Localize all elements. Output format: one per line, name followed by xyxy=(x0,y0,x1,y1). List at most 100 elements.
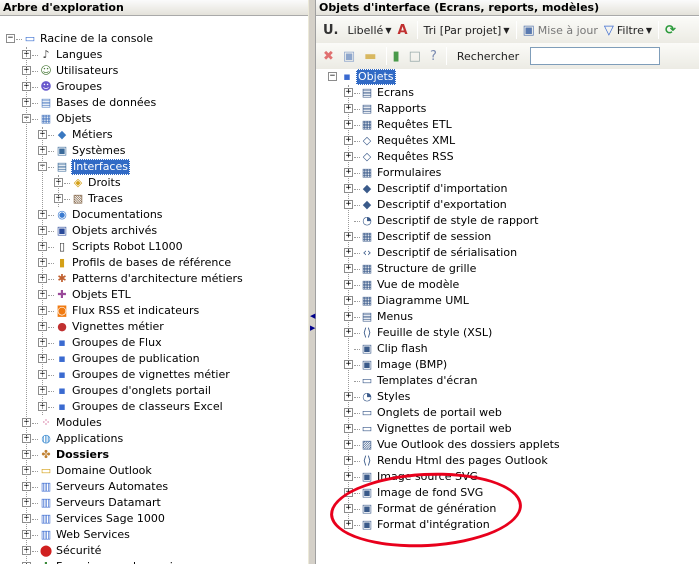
tree-item[interactable]: + ▮ Profils de bases de référence xyxy=(0,255,308,271)
tree-connector xyxy=(32,535,38,536)
uml-icon: ▦ xyxy=(361,294,373,307)
tree-item[interactable]: + ◉ Documentations xyxy=(0,207,308,223)
tree-item[interactable]: + ▥ Web Services xyxy=(0,527,308,543)
expand-icon[interactable]: + xyxy=(344,408,353,417)
collapse-left-icon[interactable]: ◀ xyxy=(310,312,315,320)
service-providers-icon: ✚ xyxy=(39,560,53,564)
expand-icon[interactable]: + xyxy=(344,264,353,273)
tree-item[interactable]: + ✤ Dossiers xyxy=(0,447,308,463)
expand-icon[interactable]: + xyxy=(344,136,353,145)
database-icon: ▤ xyxy=(40,96,52,109)
tree-item[interactable]: + ✱ Patterns d'architecture métiers xyxy=(0,271,308,287)
tree-item[interactable]: + ▪ Groupes d'onglets portail xyxy=(0,383,308,399)
expand-icon[interactable]: + xyxy=(344,232,353,241)
svg-source-icon: ▣ xyxy=(361,470,373,483)
tree-item-label: Traces xyxy=(88,192,123,205)
tree-item[interactable]: + ▧ Traces xyxy=(0,191,308,207)
tree-item[interactable]: + ▪ Groupes de Flux xyxy=(0,335,308,351)
tree-item[interactable]: + ◙ Flux RSS et indicateurs xyxy=(0,303,308,319)
tree-item[interactable]: + ⁘ Modules xyxy=(0,415,308,431)
tree-item[interactable]: + ⬤ Sécurité xyxy=(0,543,308,559)
tree-item[interactable]: + ▣ Systèmes xyxy=(0,143,308,159)
expand-icon[interactable]: + xyxy=(344,520,353,529)
tree-connector xyxy=(32,471,38,472)
object-tree-item-label: Image (BMP) xyxy=(377,358,448,371)
expand-icon[interactable]: + xyxy=(344,152,353,161)
generation-format-icon: ▣ xyxy=(361,502,373,515)
tree-item[interactable]: + ▥ Serveurs Datamart xyxy=(0,495,308,511)
flash-icon: ▣ xyxy=(361,342,373,355)
tree-item[interactable]: + ☺ Utilisateurs xyxy=(0,63,308,79)
tree-item[interactable]: + ▥ Serveurs Automates xyxy=(0,479,308,495)
tree-item[interactable]: − ▤ Interfaces xyxy=(0,159,308,175)
tree-root-label: Objets xyxy=(356,69,396,85)
expand-icon[interactable]: + xyxy=(344,200,353,209)
interface-objects-tree: − ▪ Objets + ▤ Ecrans + ▤ Rapports + ▦ Requêtes ETL… xyxy=(316,0,699,564)
expand-icon[interactable]: + xyxy=(344,440,353,449)
tree-item[interactable]: + ☻ Groupes xyxy=(0,79,308,95)
expand-icon[interactable]: + xyxy=(344,392,353,401)
tree-item-label: Groupes d'onglets portail xyxy=(72,384,211,397)
tree-item[interactable]: + ● Vignettes métier xyxy=(0,319,308,335)
tree-item[interactable]: + ▯ Scripts Robot L1000 xyxy=(0,239,308,255)
object-tree-item-label: Onglets de portail web xyxy=(377,406,502,419)
tree-item-label: Patterns d'architecture métiers xyxy=(72,272,243,285)
tree-item[interactable]: + ▤ Bases de données xyxy=(0,95,308,111)
object-tree-item-label: Descriptif de style de rapport xyxy=(377,214,539,227)
expand-icon[interactable]: + xyxy=(344,248,353,257)
expand-icon[interactable]: + xyxy=(344,504,353,513)
tree-item[interactable]: + ▭ Domaine Outlook xyxy=(0,463,308,479)
tree-connector xyxy=(32,55,38,56)
expand-icon[interactable]: + xyxy=(344,312,353,321)
expand-icon[interactable]: + xyxy=(344,104,353,113)
expand-icon[interactable]: + xyxy=(344,360,353,369)
tree-item-label: Droits xyxy=(88,176,121,189)
template-icon: ▭ xyxy=(361,374,373,387)
tree-connector xyxy=(64,183,70,184)
tree-item-label: Groupes de vignettes métier xyxy=(72,368,230,381)
portal-vignette-icon: ▭ xyxy=(361,422,373,435)
tree-item[interactable]: +✚Fournisseurs de services xyxy=(0,559,308,564)
expand-icon[interactable]: + xyxy=(344,424,353,433)
expand-icon[interactable]: + xyxy=(344,184,353,193)
panel-splitter[interactable]: ◀ ▶ xyxy=(308,0,316,564)
expand-icon[interactable]: + xyxy=(344,280,353,289)
users-icon: ☺ xyxy=(40,64,52,77)
tree-item[interactable]: − ▭ Racine de la console xyxy=(0,31,308,47)
tree-item[interactable]: + ◍ Applications xyxy=(0,431,308,447)
collapse-icon[interactable]: − xyxy=(328,72,337,81)
tree-item-label: Profils de bases de référence xyxy=(72,256,232,269)
expand-icon[interactable]: + xyxy=(344,120,353,129)
expand-icon[interactable]: + xyxy=(344,168,353,177)
collapse-right-icon[interactable]: ▶ xyxy=(310,324,315,332)
object-tree-item-label: Descriptif d'importation xyxy=(377,182,508,195)
expand-icon[interactable]: + xyxy=(344,328,353,337)
tree-item[interactable]: + ✚ Objets ETL xyxy=(0,287,308,303)
expand-icon[interactable]: + xyxy=(344,88,353,97)
tree-connector xyxy=(32,487,38,488)
tree-item[interactable]: + ▪ Groupes de publication xyxy=(0,351,308,367)
tree-item[interactable]: − ▦ Objets xyxy=(0,111,308,127)
form-icon: ▦ xyxy=(361,166,373,179)
tree-item-label: Services Sage 1000 xyxy=(56,512,165,525)
expand-icon[interactable]: + xyxy=(344,488,353,497)
tree-item[interactable]: + ◆ Métiers xyxy=(0,127,308,143)
tree-item-label: Objets xyxy=(56,112,92,125)
tree-connector xyxy=(48,231,54,232)
groups-icon: ☻ xyxy=(40,80,52,93)
tree-connector xyxy=(48,215,54,216)
expand-icon[interactable]: + xyxy=(344,472,353,481)
tree-item[interactable]: + ▣ Objets archivés xyxy=(0,223,308,239)
tree-item[interactable]: + ♪ Langues xyxy=(0,47,308,63)
expand-icon[interactable]: + xyxy=(344,296,353,305)
expand-icon[interactable]: + xyxy=(344,456,353,465)
object-tree-item-label: Descriptif de sérialisation xyxy=(377,246,518,259)
report-icon: ▤ xyxy=(361,102,373,115)
tree-item[interactable]: + ◈ Droits xyxy=(0,175,308,191)
tree-item[interactable]: + ▪ Groupes de classeurs Excel xyxy=(0,399,308,415)
tree-item-label: Fournisseurs de services xyxy=(55,559,192,564)
tree-item[interactable]: + ▥ Services Sage 1000 xyxy=(0,511,308,527)
tree-item-label: Domaine Outlook xyxy=(56,464,152,477)
tree-item[interactable]: + ▪ Groupes de vignettes métier xyxy=(0,367,308,383)
collapse-icon[interactable]: − xyxy=(6,34,15,43)
